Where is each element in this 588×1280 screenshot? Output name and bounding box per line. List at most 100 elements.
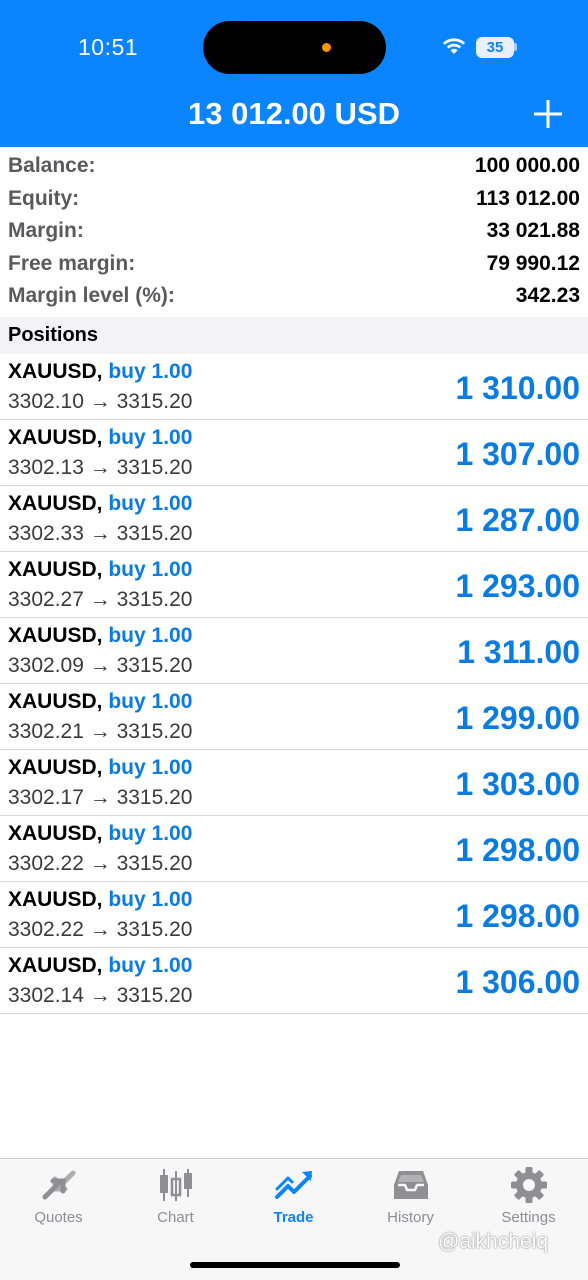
summary-value: 113 012.00 — [476, 186, 580, 210]
tab-label: History — [387, 1209, 434, 1226]
position-type: buy 1.00 — [108, 954, 193, 977]
position-profit: 1 298.00 — [455, 898, 580, 934]
summary-row-margin: Margin: 33 021.88 — [0, 215, 588, 248]
position-profit: 1 311.00 — [457, 634, 580, 670]
position-symbol: XAUUSD, — [8, 888, 103, 911]
position-title: XAUUSD, buy 1.00 — [8, 492, 192, 516]
position-symbol: XAUUSD, — [8, 954, 103, 977]
quotes-icon — [42, 1170, 75, 1200]
position-symbol: XAUUSD, — [8, 426, 103, 449]
position-type: buy 1.00 — [108, 558, 193, 581]
position-title: XAUUSD, buy 1.00 — [8, 426, 192, 450]
app-header: 10:51 35 13 012.00 USD — [0, 0, 588, 147]
position-row[interactable]: XAUUSD, buy 1.00 3302.21 → 3315.20 1 299… — [0, 684, 588, 750]
settings-icon — [510, 1167, 547, 1203]
position-prices: 3302.17 → 3315.20 — [8, 786, 193, 809]
position-row[interactable]: XAUUSD, buy 1.00 3302.09 → 3315.20 1 311… — [0, 618, 588, 684]
dynamic-island — [203, 21, 386, 74]
wifi-icon — [443, 38, 465, 54]
position-type: buy 1.00 — [108, 888, 193, 911]
position-row[interactable]: XAUUSD, buy 1.00 3302.17 → 3315.20 1 303… — [0, 750, 588, 816]
position-symbol: XAUUSD, — [8, 558, 103, 581]
position-row[interactable]: XAUUSD, buy 1.00 3302.22 → 3315.20 1 298… — [0, 882, 588, 948]
tab-quotes[interactable]: Quotes — [0, 1167, 117, 1237]
position-row[interactable]: XAUUSD, buy 1.00 3302.10 → 3315.20 1 310… — [0, 354, 588, 420]
position-title: XAUUSD, buy 1.00 — [8, 690, 192, 714]
position-row[interactable]: XAUUSD, buy 1.00 3302.14 → 3315.20 1 306… — [0, 948, 588, 1014]
battery-cap — [514, 43, 517, 51]
summary-row-margin-level: Margin level (%): 342.23 — [0, 280, 588, 313]
history-icon — [393, 1171, 428, 1199]
summary-value: 33 021.88 — [486, 219, 580, 243]
tab-label: Settings — [501, 1209, 556, 1226]
position-title: XAUUSD, buy 1.00 — [8, 756, 192, 780]
position-type: buy 1.00 — [108, 624, 193, 647]
position-prices: 3302.10 → 3315.20 — [8, 390, 193, 413]
position-prices: 3302.09 → 3315.20 — [8, 654, 193, 677]
summary-label: Equity: — [8, 186, 80, 210]
add-button[interactable] — [530, 96, 566, 132]
position-type: buy 1.00 — [108, 426, 193, 449]
position-type: buy 1.00 — [108, 360, 193, 383]
tab-chart[interactable]: Chart — [117, 1167, 234, 1237]
position-symbol: XAUUSD, — [8, 492, 103, 515]
summary-row-free-margin: Free margin: 79 990.12 — [0, 248, 588, 281]
summary-row-equity: Equity: 113 012.00 — [0, 183, 588, 216]
home-indicator — [190, 1262, 400, 1268]
trade-icon — [274, 1171, 312, 1199]
account-summary: Balance: 100 000.00 Equity: 113 012.00 M… — [0, 150, 588, 313]
position-prices: 3302.33 → 3315.20 — [8, 522, 193, 545]
summary-label: Margin level (%): — [8, 284, 175, 308]
position-title: XAUUSD, buy 1.00 — [8, 624, 192, 648]
tab-label: Trade — [273, 1209, 314, 1226]
battery-icon: 35 — [476, 37, 514, 58]
position-profit: 1 307.00 — [455, 436, 580, 472]
positions-section-header: Positions — [0, 317, 588, 354]
summary-value: 342.23 — [515, 284, 580, 308]
recording-dot — [322, 43, 331, 52]
position-profit: 1 306.00 — [455, 964, 580, 1000]
position-prices: 3302.27 → 3315.20 — [8, 588, 193, 611]
tab-label: Chart — [157, 1209, 194, 1226]
watermark: @aikhcheiq — [438, 1230, 549, 1253]
summary-label: Margin: — [8, 219, 84, 243]
position-symbol: XAUUSD, — [8, 756, 103, 779]
summary-value: 100 000.00 — [474, 154, 580, 178]
position-prices: 3302.14 → 3315.20 — [8, 984, 193, 1007]
page-title: 13 012.00 USD — [188, 96, 400, 131]
position-prices: 3302.22 → 3315.20 — [8, 852, 193, 875]
position-prices: 3302.22 → 3315.20 — [8, 918, 193, 941]
position-type: buy 1.00 — [108, 822, 193, 845]
position-row[interactable]: XAUUSD, buy 1.00 3302.27 → 3315.20 1 293… — [0, 552, 588, 618]
position-title: XAUUSD, buy 1.00 — [8, 954, 192, 978]
position-profit: 1 299.00 — [455, 700, 580, 736]
position-type: buy 1.00 — [108, 756, 193, 779]
position-row[interactable]: XAUUSD, buy 1.00 3302.22 → 3315.20 1 298… — [0, 816, 588, 882]
position-symbol: XAUUSD, — [8, 690, 103, 713]
tab-history[interactable]: History — [352, 1167, 469, 1237]
summary-label: Balance: — [8, 154, 96, 178]
position-symbol: XAUUSD, — [8, 360, 103, 383]
position-title: XAUUSD, buy 1.00 — [8, 822, 192, 846]
position-row[interactable]: XAUUSD, buy 1.00 3302.13 → 3315.20 1 307… — [0, 420, 588, 486]
position-prices: 3302.13 → 3315.20 — [8, 456, 193, 479]
tab-label: Quotes — [34, 1209, 83, 1226]
position-prices: 3302.21 → 3315.20 — [8, 720, 193, 743]
position-title: XAUUSD, buy 1.00 — [8, 360, 192, 384]
position-profit: 1 310.00 — [455, 370, 580, 406]
chart-icon — [159, 1169, 192, 1201]
position-type: buy 1.00 — [108, 492, 193, 515]
tab-settings[interactable]: Settings — [470, 1167, 587, 1237]
position-profit: 1 293.00 — [455, 568, 580, 604]
status-time: 10:51 — [78, 34, 139, 60]
summary-row-balance: Balance: 100 000.00 — [0, 150, 588, 183]
summary-value: 79 990.12 — [486, 251, 580, 275]
position-type: buy 1.00 — [108, 690, 193, 713]
position-symbol: XAUUSD, — [8, 624, 103, 647]
tab-trade[interactable]: Trade — [235, 1167, 352, 1237]
position-title: XAUUSD, buy 1.00 — [8, 888, 192, 912]
positions-list: XAUUSD, buy 1.00 3302.10 → 3315.20 1 310… — [0, 354, 588, 1014]
position-row[interactable]: XAUUSD, buy 1.00 3302.33 → 3315.20 1 287… — [0, 486, 588, 552]
position-profit: 1 287.00 — [455, 502, 580, 538]
position-symbol: XAUUSD, — [8, 822, 103, 845]
